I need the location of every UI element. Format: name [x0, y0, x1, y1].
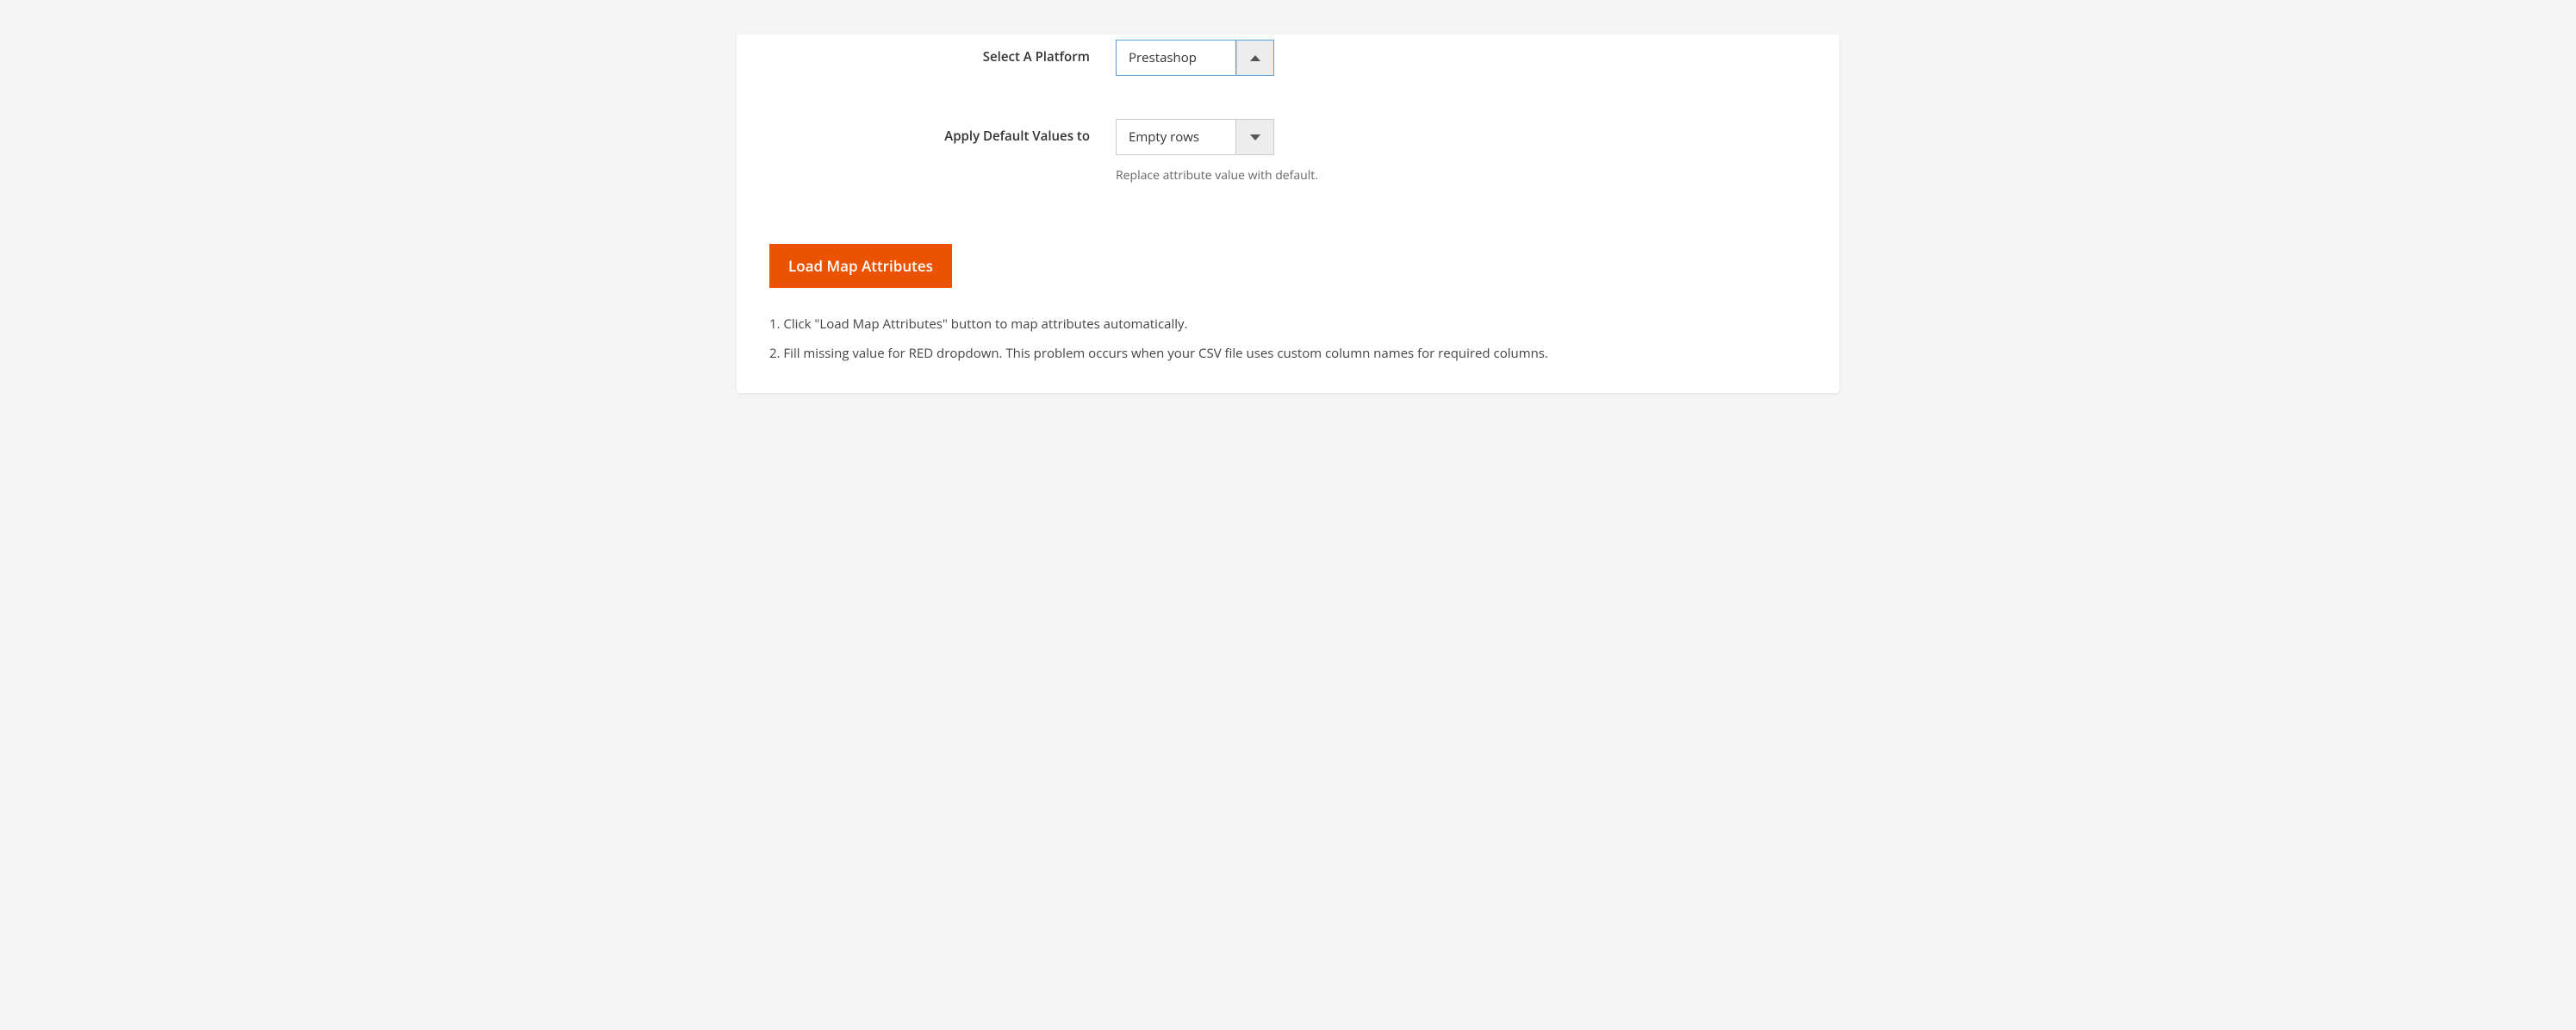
load-map-attributes-button[interactable]: Load Map Attributes — [769, 244, 952, 288]
platform-select[interactable]: Prestashop — [1116, 40, 1274, 76]
instruction-line-1: 1. Click "Load Map Attributes" button to… — [769, 314, 1814, 336]
instruction-line-2: 2. Fill missing value for RED dropdown. … — [769, 343, 1814, 365]
defaults-select-value: Empty rows — [1116, 119, 1236, 155]
platform-select-toggle[interactable] — [1236, 40, 1274, 76]
platform-control: Prestashop — [1116, 40, 1814, 76]
platform-select-value: Prestashop — [1116, 40, 1236, 76]
settings-card: Select A Platform Prestashop Apply Defau… — [737, 34, 1839, 393]
defaults-help: Replace attribute value with default. — [1116, 167, 1814, 184]
button-row: Load Map Attributes — [762, 184, 1814, 288]
defaults-select[interactable]: Empty rows — [1116, 119, 1274, 155]
chevron-up-icon — [1250, 55, 1260, 61]
chevron-down-icon — [1250, 134, 1260, 140]
platform-label: Select A Platform — [762, 40, 1116, 66]
defaults-select-toggle[interactable] — [1236, 119, 1274, 155]
defaults-control: Empty rows Replace attribute value with … — [1116, 119, 1814, 184]
instructions: 1. Click "Load Map Attributes" button to… — [762, 288, 1814, 365]
defaults-label: Apply Default Values to — [762, 119, 1116, 145]
platform-row: Select A Platform Prestashop — [762, 34, 1814, 76]
defaults-row: Apply Default Values to Empty rows Repla… — [762, 76, 1814, 184]
